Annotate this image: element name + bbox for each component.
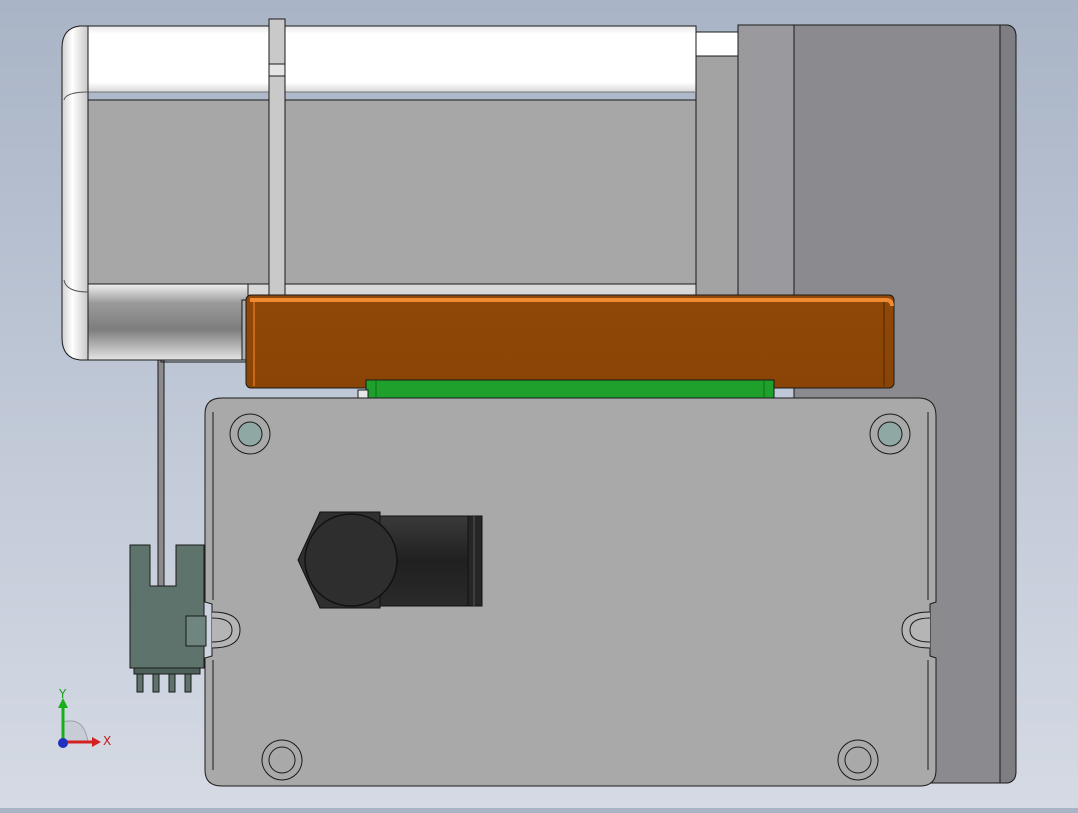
triad-z-axis [58,738,68,748]
sensor-connector [129,544,207,693]
orientation-triad[interactable]: Y X [58,687,111,748]
mount-hole-bottom-right [837,739,879,781]
model-view[interactable]: Y X [0,0,1078,808]
triad-label-y: Y [58,687,67,701]
mounting-bracket [241,294,895,389]
mount-hole-bottom-left [261,739,303,781]
pcb-strip [357,379,775,399]
mount-hole-top-left [229,413,271,455]
pneumatic-fitting [297,511,483,609]
triad-x-arrow [92,737,101,747]
mount-hole-top-right [869,413,911,455]
cad-viewport[interactable]: Y X [0,0,1078,808]
triad-label-x: X [103,734,111,748]
